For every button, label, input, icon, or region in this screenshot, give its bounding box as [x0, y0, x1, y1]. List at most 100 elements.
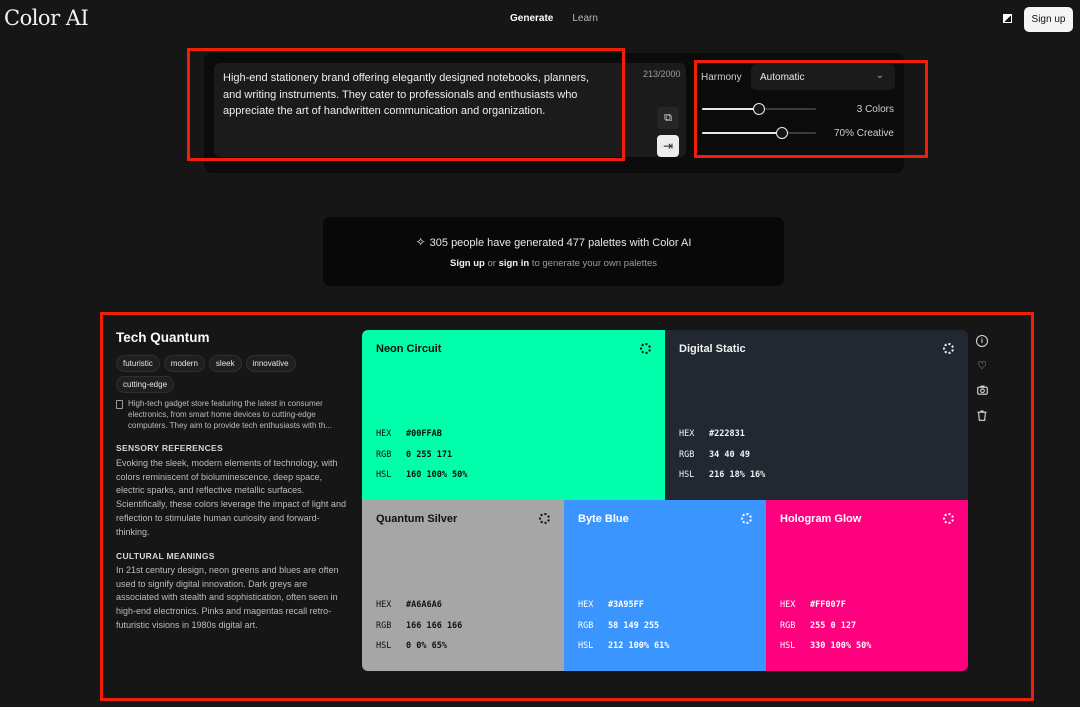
- chevron-down-icon: ⌄: [875, 70, 884, 81]
- swatch-neon-circuit[interactable]: Neon Circuit HEX #00FFAB RGB 0 255 171 HSL…: [362, 330, 665, 500]
- colors-slider-fill: [702, 108, 759, 110]
- copy-button[interactable]: ⧉: [657, 107, 679, 129]
- hsl-value[interactable]: 216 18% 16%: [709, 470, 765, 480]
- swatch-name: Byte Blue: [578, 513, 629, 525]
- cultural-text: In 21st century design, neon greens and …: [116, 565, 339, 630]
- harmony-value: Automatic: [760, 72, 805, 83]
- regenerate-icon[interactable]: [640, 343, 651, 354]
- camera-glyph: [976, 385, 988, 395]
- hsl-value[interactable]: 160 100% 50%: [406, 470, 467, 480]
- colors-count-label: 3 Colors: [856, 104, 894, 115]
- creativity-slider-thumb[interactable]: [775, 127, 788, 139]
- tag[interactable]: modern: [163, 355, 205, 372]
- signup-link[interactable]: Sign up: [450, 258, 485, 269]
- main-nav: Generate Learn: [510, 13, 598, 24]
- rgb-value[interactable]: 255 0 127: [810, 621, 856, 631]
- harmony-select[interactable]: Automatic ⌄: [751, 64, 895, 90]
- regenerate-icon[interactable]: [741, 513, 752, 524]
- hsl-label: HSL: [780, 641, 796, 652]
- camera-icon[interactable]: [976, 384, 988, 396]
- nav-generate[interactable]: Generate: [510, 13, 553, 24]
- prompt-text[interactable]: High-end stationery brand offering elega…: [223, 70, 608, 120]
- creativity-slider-fill: [702, 132, 782, 134]
- swatch-name: Quantum Silver: [376, 513, 458, 525]
- enter-icon: ⇥: [662, 139, 674, 153]
- swatch-byte-blue[interactable]: Byte Blue HEX #3A95FF RGB 58 149 255 HSL 21…: [564, 500, 766, 671]
- rgb-label: RGB: [376, 620, 392, 631]
- swatch-codes: HEX #3A95FF RGB 58 149 255 HSL 212 100% 61%: [578, 595, 669, 657]
- sparkle-icon: ✧: [415, 235, 426, 249]
- char-count: 213/2000: [643, 69, 681, 79]
- rgb-label: RGB: [578, 620, 594, 631]
- rgb-value[interactable]: 166 166 166: [406, 621, 462, 631]
- rgb-label: RGB: [780, 620, 796, 631]
- cta-suffix: to generate your own palettes: [529, 258, 657, 269]
- signin-link[interactable]: sign in: [499, 258, 530, 269]
- hex-label: HEX: [376, 599, 392, 610]
- stats-banner: ✧ 305 people have generated 477 palettes …: [323, 217, 784, 286]
- hex-label: HEX: [376, 428, 392, 439]
- palette-description: High-tech gadget store featuring the lat…: [116, 398, 352, 431]
- hsl-label: HSL: [376, 470, 392, 481]
- submit-button[interactable]: ⇥: [657, 135, 679, 157]
- sensory-text: Evoking the sleek, modern elements of te…: [116, 458, 346, 537]
- cta-or: or: [484, 258, 499, 269]
- regenerate-icon[interactable]: [943, 513, 954, 524]
- swatch-codes: HEX #A6A6A6 RGB 166 166 166 HSL 0 0% 65%: [376, 595, 462, 657]
- trash-glyph: [977, 410, 987, 421]
- tag[interactable]: sleek: [208, 355, 242, 372]
- swatch-codes: HEX #222831 RGB 34 40 49 HSL 216 18% 16%: [679, 424, 765, 486]
- document-icon: [116, 400, 123, 409]
- hsl-label: HSL: [679, 470, 695, 481]
- theme-toggle-icon[interactable]: [1003, 14, 1012, 23]
- cultural-heading: CULTURAL MEANINGS: [116, 551, 215, 561]
- rgb-label: RGB: [679, 449, 695, 460]
- hsl-label: HSL: [376, 641, 392, 652]
- hex-value[interactable]: #00FFAB: [406, 429, 442, 439]
- cta-line: Sign up or sign in to generate your own …: [323, 258, 784, 269]
- regenerate-icon[interactable]: [539, 513, 550, 524]
- hex-value[interactable]: #FF007F: [810, 600, 846, 610]
- hsl-label: HSL: [578, 641, 594, 652]
- nav-learn[interactable]: Learn: [572, 13, 598, 24]
- swatch-name: Digital Static: [679, 343, 746, 355]
- description-text: High-tech gadget store featuring the lat…: [128, 399, 332, 430]
- swatch-name: Hologram Glow: [780, 513, 862, 525]
- colors-slider-thumb[interactable]: [753, 103, 765, 115]
- swatch-quantum-silver[interactable]: Quantum Silver HEX #A6A6A6 RGB 166 166 166…: [362, 500, 564, 671]
- rgb-value[interactable]: 0 255 171: [406, 450, 452, 460]
- signup-button[interactable]: Sign up: [1024, 7, 1073, 32]
- heart-icon[interactable]: ♡: [976, 359, 988, 372]
- tag[interactable]: cutting-edge: [116, 376, 175, 393]
- tag[interactable]: futuristic: [116, 355, 160, 372]
- trash-icon[interactable]: [976, 409, 988, 421]
- swatch-digital-static[interactable]: Digital Static HEX #222831 RGB 34 40 49 HS…: [665, 330, 968, 500]
- swatch-codes: HEX #00FFAB RGB 0 255 171 HSL 160 100% 50%: [376, 424, 467, 486]
- copy-icon: ⧉: [664, 111, 672, 124]
- harmony-label: Harmony: [701, 72, 742, 83]
- swatch-hologram-glow[interactable]: Hologram Glow HEX #FF007F RGB 255 0 127 HS…: [766, 500, 968, 671]
- swatch-name: Neon Circuit: [376, 343, 442, 355]
- rgb-label: RGB: [376, 449, 392, 460]
- regenerate-icon[interactable]: [943, 343, 954, 354]
- hsl-value[interactable]: 212 100% 61%: [608, 641, 669, 651]
- hex-value[interactable]: #3A95FF: [608, 600, 644, 610]
- hsl-value[interactable]: 330 100% 50%: [810, 641, 871, 651]
- hex-label: HEX: [578, 599, 594, 610]
- tag[interactable]: innovative: [245, 355, 296, 372]
- info-icon[interactable]: i: [976, 335, 988, 347]
- hex-label: HEX: [679, 428, 695, 439]
- creativity-label: 70% Creative: [833, 128, 894, 139]
- hex-label: HEX: [780, 599, 796, 610]
- rgb-value[interactable]: 58 149 255: [608, 621, 659, 631]
- swatch-codes: HEX #FF007F RGB 255 0 127 HSL 330 100% 50%: [780, 595, 871, 657]
- tag-list: futuristic modern sleek innovative cutti…: [116, 355, 356, 393]
- hex-value[interactable]: #222831: [709, 429, 745, 439]
- stats-text: 305 people have generated 477 palettes w…: [429, 237, 692, 249]
- hsl-value[interactable]: 0 0% 65%: [406, 641, 447, 651]
- sensory-heading: SENSORY REFERENCES: [116, 443, 223, 453]
- app-logo[interactable]: Color AI: [4, 6, 89, 30]
- hex-value[interactable]: #A6A6A6: [406, 600, 442, 610]
- rgb-value[interactable]: 34 40 49: [709, 450, 750, 460]
- palette-title: Tech Quantum: [116, 330, 210, 345]
